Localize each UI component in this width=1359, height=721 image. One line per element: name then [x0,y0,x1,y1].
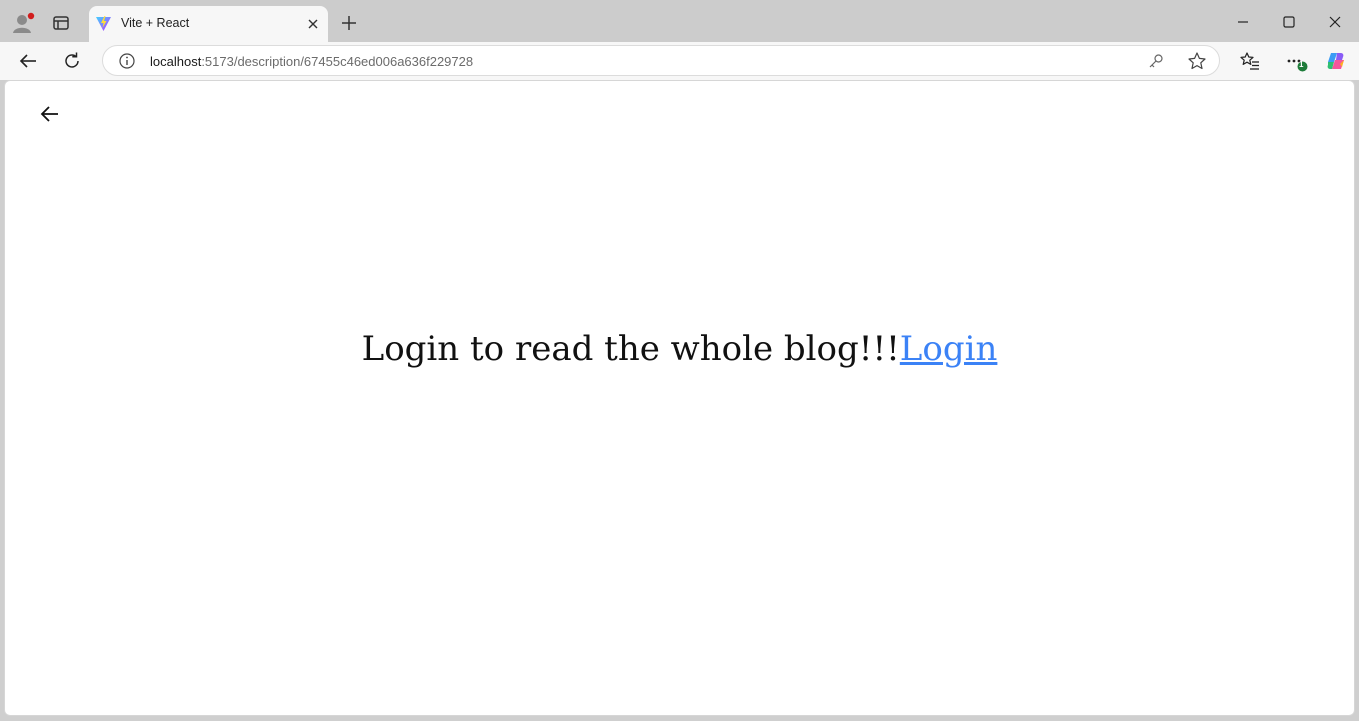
address-bar[interactable]: localhost:5173/description/67455c46ed006… [102,45,1220,76]
ellipsis-icon[interactable]: 1 [1284,50,1308,72]
profile-avatar-icon[interactable] [10,11,36,37]
arrow-left-icon[interactable] [17,50,39,72]
login-prompt: Login to read the whole blog!!!Login [5,329,1354,369]
browser-window: Vite + React localhost:5173/description/… [0,0,1359,721]
window-close-icon[interactable] [1324,11,1346,33]
notification-badge: 1 [1299,60,1304,69]
vite-logo-icon [95,15,112,32]
login-link[interactable]: Login [900,329,998,369]
tab-title: Vite + React [121,16,190,30]
page-viewport: Login to read the whole blog!!!Login [4,80,1355,716]
maximize-icon[interactable] [1278,11,1300,33]
favorites-list-icon[interactable] [1239,50,1261,72]
tab-actions-icon[interactable] [50,12,72,34]
close-icon[interactable] [304,15,322,33]
login-prompt-text: Login to read the whole blog!!! [361,329,900,369]
reload-icon[interactable] [61,50,83,72]
tab-strip: Vite + React [0,0,1359,42]
key-icon[interactable] [1147,52,1165,70]
url-host: localhost [150,54,202,69]
arrow-left-icon[interactable] [38,102,62,126]
browser-toolbar: localhost:5173/description/67455c46ed006… [0,42,1359,80]
plus-icon[interactable] [339,13,359,33]
copilot-icon[interactable] [1325,50,1347,72]
star-icon[interactable] [1187,51,1207,71]
url-path: :5173/description/67455c46ed006a636f2297… [201,54,474,69]
minimize-icon[interactable] [1232,11,1254,33]
browser-tab[interactable]: Vite + React [89,6,328,42]
info-icon[interactable] [118,52,136,70]
url-text[interactable]: localhost:5173/description/67455c46ed006… [150,54,473,69]
